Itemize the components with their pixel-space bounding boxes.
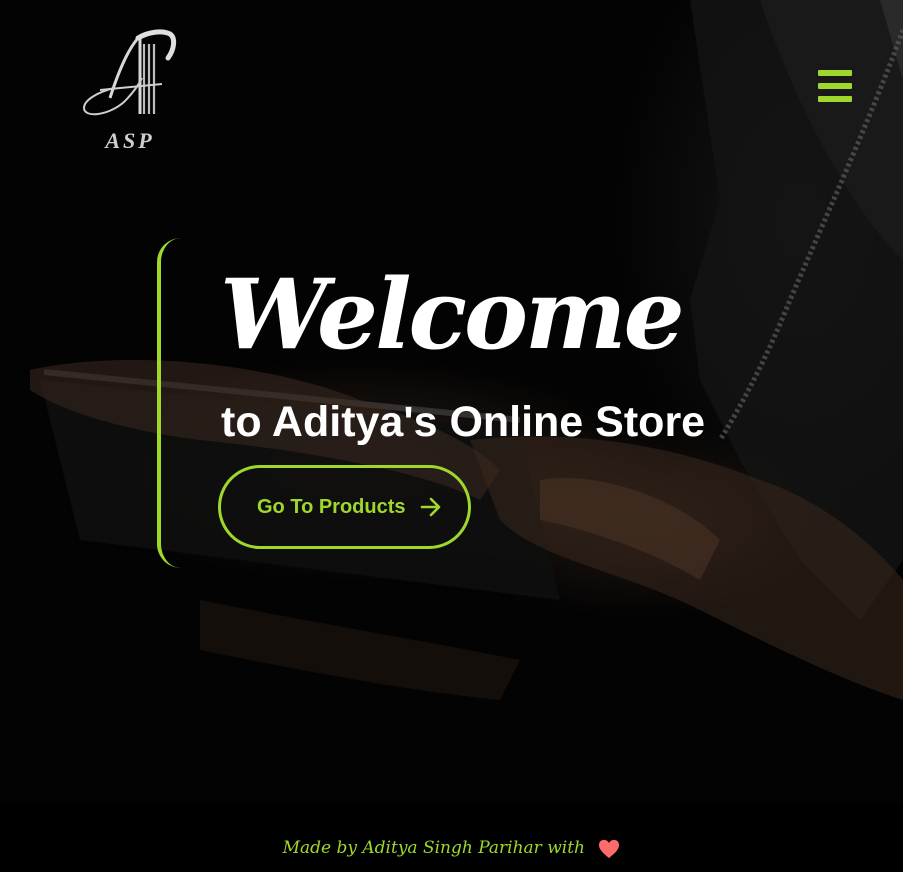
logo-text: ASP bbox=[105, 128, 155, 153]
hamburger-menu-button[interactable] bbox=[812, 66, 856, 106]
brand-logo[interactable]: ASP bbox=[78, 28, 182, 156]
hero-section: ASP Welcome to Aditya's Online Store Go … bbox=[0, 0, 903, 803]
hero-subtitle: to Aditya's Online Store bbox=[221, 398, 706, 446]
hero-accent-bracket bbox=[157, 238, 187, 568]
footer: Made by Aditya Singh Parihar with bbox=[0, 803, 903, 872]
go-to-products-label: Go To Products bbox=[257, 495, 406, 518]
go-to-products-button[interactable]: Go To Products bbox=[218, 465, 471, 549]
arrow-right-icon bbox=[420, 497, 440, 517]
footer-credit-text: Made by Aditya Singh Parihar with bbox=[282, 838, 585, 858]
welcome-heading: Welcome bbox=[220, 258, 685, 371]
heart-icon bbox=[599, 839, 620, 858]
asp-monogram-icon bbox=[82, 29, 177, 116]
footer-credit: Made by Aditya Singh Parihar with bbox=[0, 838, 903, 859]
